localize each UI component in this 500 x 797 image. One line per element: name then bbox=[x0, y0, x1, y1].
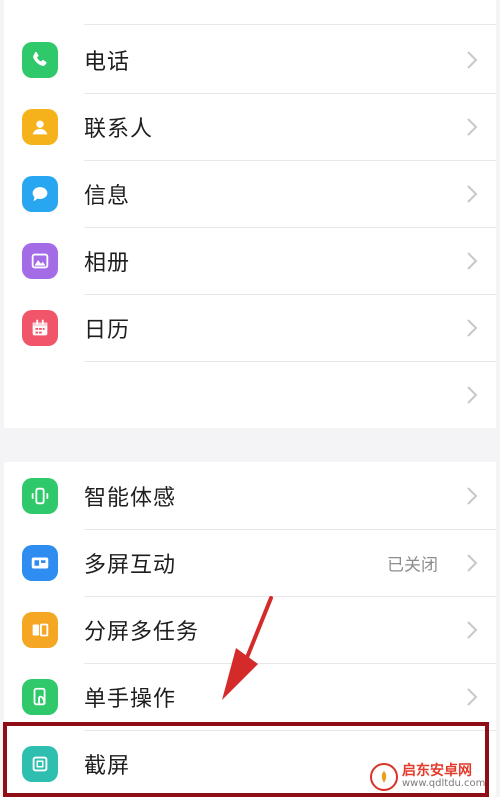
settings-item-multi-screen[interactable]: 多屏互动 已关闭 bbox=[4, 529, 496, 596]
settings-item-label: 单手操作 bbox=[84, 686, 177, 712]
settings-item-split-screen[interactable]: 分屏多任务 bbox=[4, 596, 496, 663]
settings-item-motion-sense[interactable]: 智能体感 bbox=[4, 462, 496, 529]
contact-icon bbox=[22, 108, 58, 145]
chevron-right-icon bbox=[467, 385, 478, 404]
divider bbox=[84, 24, 496, 25]
album-icon bbox=[22, 242, 58, 279]
chevron-right-icon bbox=[467, 117, 478, 136]
settings-item-label: 日历 bbox=[84, 317, 131, 343]
motion-sense-icon bbox=[22, 477, 58, 514]
settings-item-calendar[interactable]: 日历 bbox=[4, 294, 496, 361]
calendar-icon bbox=[22, 309, 58, 346]
settings-item-label: 截屏 bbox=[84, 753, 131, 779]
settings-item-label: 联系人 bbox=[84, 116, 154, 142]
settings-item-label: 电话 bbox=[84, 49, 131, 75]
settings-item-one-hand[interactable]: 单手操作 bbox=[4, 663, 496, 730]
chevron-right-icon bbox=[467, 184, 478, 203]
watermark-name: 启东安卓网 bbox=[402, 763, 472, 780]
split-screen-icon bbox=[22, 611, 58, 648]
chevron-right-icon bbox=[467, 553, 478, 572]
watermark-text: 启东安卓网 www.qdltdu.com bbox=[402, 764, 485, 789]
watermark-logo-icon bbox=[370, 763, 398, 791]
settings-item-label: 信息 bbox=[84, 183, 131, 209]
settings-item-label: 多屏互动 bbox=[84, 552, 177, 578]
chevron-right-icon bbox=[467, 251, 478, 270]
settings-group-features: 智能体感 多屏互动 已关闭 分屏多任务 单手操作 截屏 bbox=[4, 462, 496, 797]
phone-icon bbox=[22, 41, 58, 78]
screenshot-icon bbox=[22, 745, 58, 782]
multi-screen-icon bbox=[22, 544, 58, 581]
status-value: 已关闭 bbox=[387, 555, 438, 575]
chevron-right-icon bbox=[467, 687, 478, 706]
settings-item-phone[interactable]: 电话 bbox=[4, 26, 496, 93]
message-icon bbox=[22, 175, 58, 212]
settings-item-label: 相册 bbox=[84, 250, 131, 276]
settings-item-label: 分屏多任务 bbox=[84, 619, 200, 645]
settings-item-more[interactable] bbox=[4, 361, 496, 428]
chevron-right-icon bbox=[467, 318, 478, 337]
settings-item-label: 智能体感 bbox=[84, 485, 177, 511]
watermark: 启东安卓网 www.qdltdu.com bbox=[370, 757, 498, 797]
settings-item-album[interactable]: 相册 bbox=[4, 227, 496, 294]
chevron-right-icon bbox=[467, 486, 478, 505]
settings-group-apps: 电话 联系人 信息 相册 日历 bbox=[4, 0, 496, 428]
chevron-right-icon bbox=[467, 50, 478, 69]
settings-item-messages[interactable]: 信息 bbox=[4, 160, 496, 227]
watermark-url: www.qdltdu.com bbox=[402, 778, 486, 790]
one-hand-icon bbox=[22, 678, 58, 715]
settings-item-contacts[interactable]: 联系人 bbox=[4, 93, 496, 160]
chevron-right-icon bbox=[467, 620, 478, 639]
